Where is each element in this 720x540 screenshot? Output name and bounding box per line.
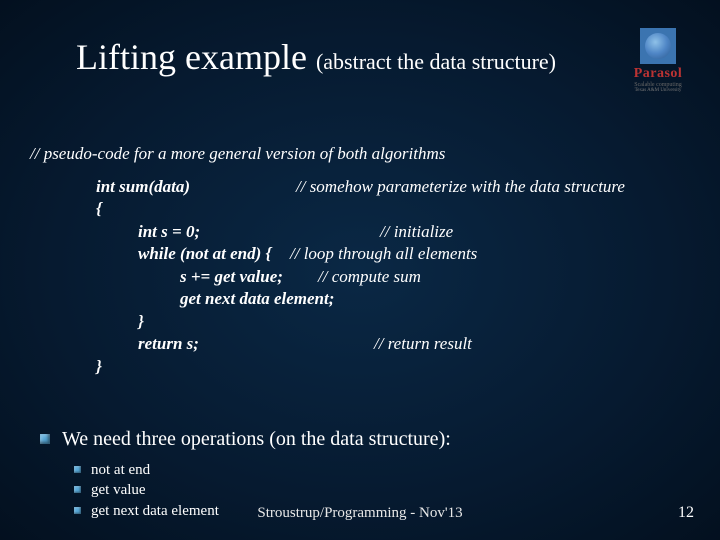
code-return-comment: // return result: [374, 334, 472, 353]
bullet-icon: [74, 486, 81, 493]
code-block: int sum(data)// somehow parameterize wit…: [96, 176, 625, 378]
code-open-brace: {: [96, 198, 625, 220]
code-while: while (not at end) {: [138, 243, 290, 265]
logo-university: Texas A&M University: [618, 88, 698, 93]
code-endwhile: }: [138, 312, 144, 331]
title-main: Lifting example: [76, 37, 307, 77]
pseudo-intro: // pseudo-code for a more general versio…: [30, 144, 445, 164]
code-init-comment: // initialize: [380, 222, 453, 241]
code-close-brace: }: [96, 356, 625, 378]
list-item: get value: [74, 480, 219, 500]
logo-brand: Parasol: [618, 66, 698, 82]
code-sum-comment: // compute sum: [318, 267, 421, 286]
page-number: 12: [678, 504, 694, 522]
code-sum: s += get value;: [180, 266, 318, 288]
slide-title: Lifting example (abstract the data struc…: [76, 36, 556, 78]
list-item: not at end: [74, 460, 219, 480]
bullet-icon: [74, 466, 81, 473]
op-text: get value: [91, 482, 146, 498]
code-sig-comment: // somehow parameterize with the data st…: [296, 177, 625, 196]
parasol-icon: [640, 28, 676, 64]
bullet-icon: [40, 434, 50, 444]
code-init: int s = 0;: [138, 221, 380, 243]
code-return: return s;: [138, 333, 374, 355]
need-line: We need three operations (on the data st…: [40, 426, 451, 452]
need-text: We need three operations (on the data st…: [62, 428, 451, 450]
parasol-logo: Parasol Scalable computing Texas A&M Uni…: [618, 28, 698, 93]
code-next: get next data element;: [180, 289, 334, 308]
op-text: not at end: [91, 462, 150, 478]
footer-text: Stroustrup/Programming - Nov'13: [0, 505, 720, 522]
code-signature: int sum(data): [96, 176, 296, 198]
title-sub: (abstract the data structure): [316, 49, 556, 74]
code-while-comment: // loop through all elements: [290, 244, 477, 263]
